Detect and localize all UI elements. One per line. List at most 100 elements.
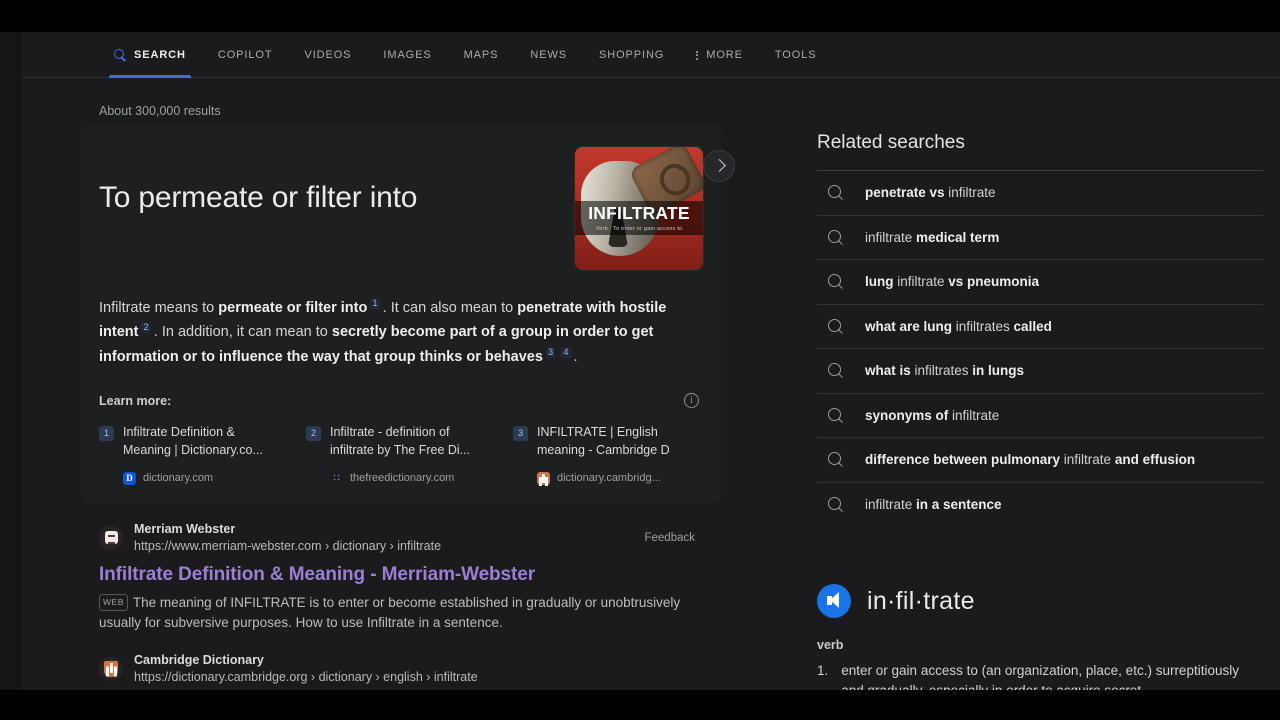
- nav-tab-label: NEWS: [530, 49, 567, 61]
- source-card[interactable]: 2 Infiltrate - definition of infiltrate b…: [306, 424, 491, 485]
- answer-text-segment: . It can also mean to: [382, 299, 518, 316]
- more-vertical-icon: [696, 50, 699, 60]
- related-search-item[interactable]: synonyms of infiltrate: [817, 392, 1263, 438]
- nav-tab-label: MORE: [706, 49, 743, 61]
- answer-text-segment: Infiltrate means to: [99, 299, 219, 316]
- cambridge-favicon: [537, 471, 550, 485]
- left-gutter: [0, 32, 22, 690]
- nav-tab-more[interactable]: MORE: [680, 32, 759, 78]
- learn-more-label: Learn more:: [99, 393, 172, 408]
- nav-tab-label: VIDEOS: [304, 49, 352, 61]
- nav-tab-label: SEARCH: [134, 49, 186, 61]
- definitions-list: 1. enter or gain access to (an organizati…: [817, 661, 1263, 690]
- source-title: Infiltrate Definition & Meaning | Dictio…: [123, 425, 263, 458]
- part-of-speech: verb: [817, 638, 844, 652]
- source-domain: dictionary.com: [143, 472, 214, 485]
- search-icon: [828, 274, 843, 289]
- nav-tab-news[interactable]: NEWS: [514, 32, 583, 78]
- related-searches-title: Related searches: [817, 132, 965, 153]
- nav-tab-copilot[interactable]: COPILOT: [202, 32, 289, 78]
- citation-3[interactable]: 3: [545, 346, 556, 358]
- related-search-item[interactable]: penetrate vs infiltrate: [817, 170, 1263, 215]
- nav-tab-maps[interactable]: MAPS: [448, 32, 515, 78]
- definition-number: 1.: [817, 663, 829, 678]
- result-title-link[interactable]: Infiltrate Definition & Meaning - Merria…: [99, 564, 721, 586]
- source-title: INFILTRATE | English meaning - Cambridge…: [537, 425, 670, 458]
- related-search-text: lung infiltrate vs pneumonia: [865, 274, 1040, 290]
- feedback-link[interactable]: Feedback: [644, 532, 695, 544]
- answer-text-segment: permeate or filter into: [218, 299, 368, 316]
- search-icon: [828, 407, 843, 423]
- pronunciation-word: in·fil·trate: [867, 586, 975, 615]
- freedictionary-favicon: ∷: [330, 471, 343, 485]
- source-domain: dictionary.cambridg...: [557, 472, 661, 485]
- learn-more-row: Learn more: i: [99, 393, 703, 409]
- letterbox-bottom-bar: [0, 690, 1280, 720]
- nav-tab-label: SHOPPING: [599, 49, 665, 61]
- nav-tab-label: COPILOT: [217, 49, 273, 61]
- related-search-text: what are lung infiltrates called: [865, 318, 1052, 334]
- results-count: About 300,000 results: [99, 104, 221, 118]
- related-search-item[interactable]: difference between pulmonary infiltrate …: [817, 437, 1263, 482]
- merriam-webster-favicon: [99, 525, 123, 550]
- related-search-item[interactable]: what are lung infiltrates called: [817, 303, 1263, 349]
- answer-title: To permeate or filter into: [99, 181, 418, 214]
- search-icon: [828, 452, 843, 467]
- pronunciation-panel: in·fil·trate verb 1. enter or gain access…: [817, 584, 1263, 690]
- citation-2[interactable]: 2: [141, 322, 151, 334]
- thumbnail-headline: INFILTRATE: [588, 203, 690, 223]
- search-icon: [828, 363, 843, 378]
- related-searches-list: penetrate vs infiltrate infiltrate medica…: [817, 170, 1263, 526]
- organic-results-list: Merriam Webster https://www.merriam-webst…: [81, 521, 721, 686]
- result-snippet-text: The meaning of INFILTRATE is to enter or…: [99, 594, 681, 631]
- search-result: Merriam Webster https://www.merriam-webst…: [81, 521, 721, 634]
- result-url: https://www.merriam-webster.com › dictio…: [134, 538, 442, 553]
- source-number: 1: [99, 426, 114, 442]
- source-number: 2: [306, 426, 321, 442]
- answer-card: To permeate or filter into INFILTRATE Ve…: [81, 124, 735, 503]
- main-results-column: To permeate or filter into INFILTRATE Ve…: [81, 124, 735, 686]
- related-search-item[interactable]: what is infiltrates in lungs: [817, 348, 1263, 393]
- citation-4[interactable]: 4: [561, 346, 571, 358]
- related-search-item[interactable]: lung infiltrate vs pneumonia: [817, 259, 1263, 304]
- definition-entry: 1. enter or gain access to (an organizati…: [817, 661, 1263, 690]
- sidebar-column: Related searches penetrate vs infiltrate…: [817, 132, 1263, 690]
- result-url: https://dictionary.cambridge.org › dicti…: [134, 669, 478, 684]
- active-tab-underline: [109, 75, 191, 78]
- source-card[interactable]: 1 Infiltrate Definition & Meaning | Dicti…: [99, 424, 284, 485]
- definition-text: enter or gain access to (an organization…: [841, 663, 1239, 690]
- related-search-item[interactable]: infiltrate medical term: [817, 214, 1263, 260]
- search-result: Cambridge Dictionary https://dictionary.c…: [81, 652, 721, 686]
- search-icon: [828, 229, 843, 245]
- source-card[interactable]: 3 INFILTRATE | English meaning - Cambridg…: [513, 424, 698, 485]
- cambridge-favicon: [99, 656, 123, 681]
- answer-text-segment: .: [573, 348, 578, 365]
- related-search-text: infiltrate in a sentence: [865, 496, 1002, 512]
- result-site-name: Merriam Webster: [134, 521, 236, 536]
- info-icon[interactable]: i: [684, 393, 699, 409]
- related-search-text: synonyms of infiltrate: [865, 407, 1000, 423]
- related-search-item[interactable]: infiltrate in a sentence: [817, 481, 1263, 527]
- chevron-right-icon[interactable]: [703, 150, 735, 182]
- source-cards-carousel: 1 Infiltrate Definition & Meaning | Dicti…: [99, 424, 703, 493]
- result-snippet: WEB The meaning of INFILTRATE is to enter…: [99, 593, 695, 634]
- citation-1[interactable]: 1: [370, 298, 380, 309]
- search-icon: [828, 185, 843, 200]
- nav-tab-label: TOOLS: [774, 49, 817, 61]
- search-icon: [828, 496, 843, 512]
- related-search-text: penetrate vs infiltrate: [865, 185, 996, 201]
- nav-tab-search[interactable]: SEARCH: [98, 32, 202, 78]
- search-icon: [828, 318, 843, 334]
- source-domain: thefreedictionary.com: [350, 472, 455, 485]
- source-number: 3: [513, 426, 528, 442]
- nav-tab-videos[interactable]: VIDEOS: [288, 32, 367, 78]
- nav-tab-shopping[interactable]: SHOPPING: [583, 32, 680, 78]
- answer-text-segment: . In addition, it can mean to: [153, 324, 332, 341]
- answer-thumbnail-image[interactable]: INFILTRATE Verb : To enter or gain acces…: [575, 147, 703, 270]
- search-nav-bar: SEARCH COPILOT VIDEOS IMAGES MAPS NEWS SHOPPIN…: [22, 32, 1280, 78]
- speaker-icon[interactable]: [817, 584, 851, 618]
- related-search-text: difference between pulmonary infiltrate …: [865, 452, 1196, 468]
- nav-tab-tools[interactable]: TOOLS: [759, 32, 833, 78]
- result-site-name: Cambridge Dictionary: [134, 652, 264, 667]
- nav-tab-images[interactable]: IMAGES: [367, 32, 447, 78]
